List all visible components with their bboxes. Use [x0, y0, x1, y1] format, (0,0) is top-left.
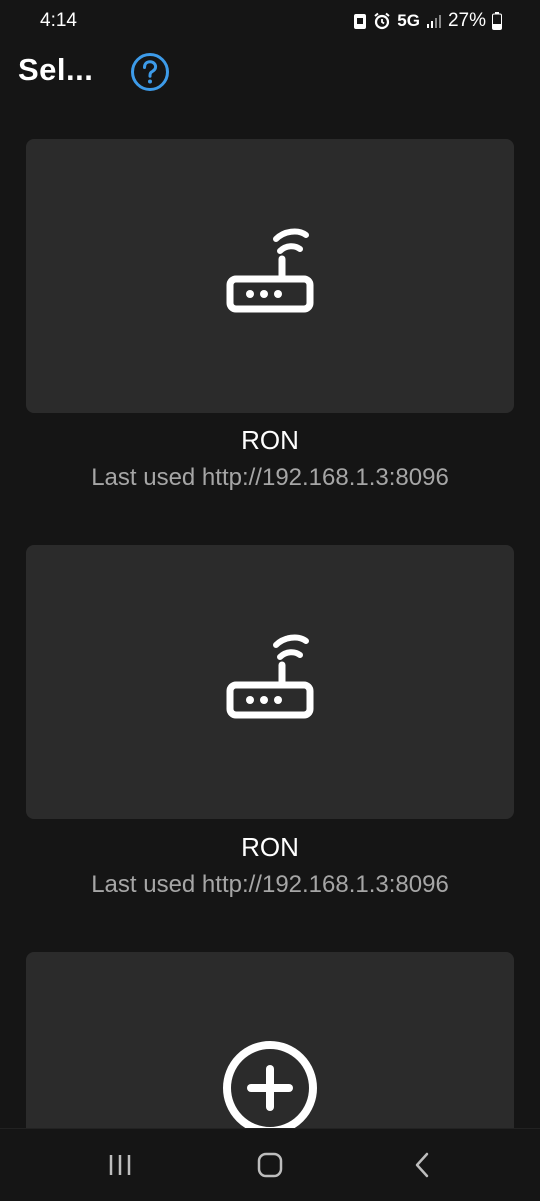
network-type: 5G [397, 11, 420, 30]
add-server-card[interactable] [26, 952, 514, 1128]
home-icon [257, 1152, 283, 1178]
server-card[interactable] [26, 139, 514, 413]
battery-percent: 27% [447, 10, 486, 31]
question-circle-icon [131, 53, 169, 91]
server-card[interactable] [26, 545, 514, 819]
system-nav-bar [0, 1128, 540, 1201]
server-name[interactable]: RON [0, 832, 540, 863]
page-title: Sel... [18, 52, 94, 87]
server-last-used: Last used http://192.168.1.3:8096 [91, 871, 449, 898]
back-icon [415, 1152, 429, 1178]
alarm-icon [374, 12, 390, 30]
router-icon [226, 634, 314, 719]
status-icons: 5G 27% [353, 10, 502, 32]
status-time: 4:14 [40, 10, 77, 31]
app-header: Sel... [0, 50, 540, 94]
battery-icon [492, 12, 502, 30]
notification-icon [354, 14, 367, 29]
router-icon [226, 228, 314, 313]
recents-icon [109, 1155, 131, 1175]
server-last-used: Last used http://192.168.1.3:8096 [91, 464, 449, 491]
recents-button[interactable] [100, 1149, 140, 1181]
signal-icon [426, 15, 441, 28]
home-button[interactable] [250, 1149, 290, 1181]
server-name[interactable]: RON [0, 425, 540, 456]
add-circle-icon [223, 1041, 317, 1128]
help-button[interactable] [130, 52, 170, 92]
back-button[interactable] [402, 1149, 442, 1181]
status-bar: 4:14 5G 27% [0, 0, 540, 44]
